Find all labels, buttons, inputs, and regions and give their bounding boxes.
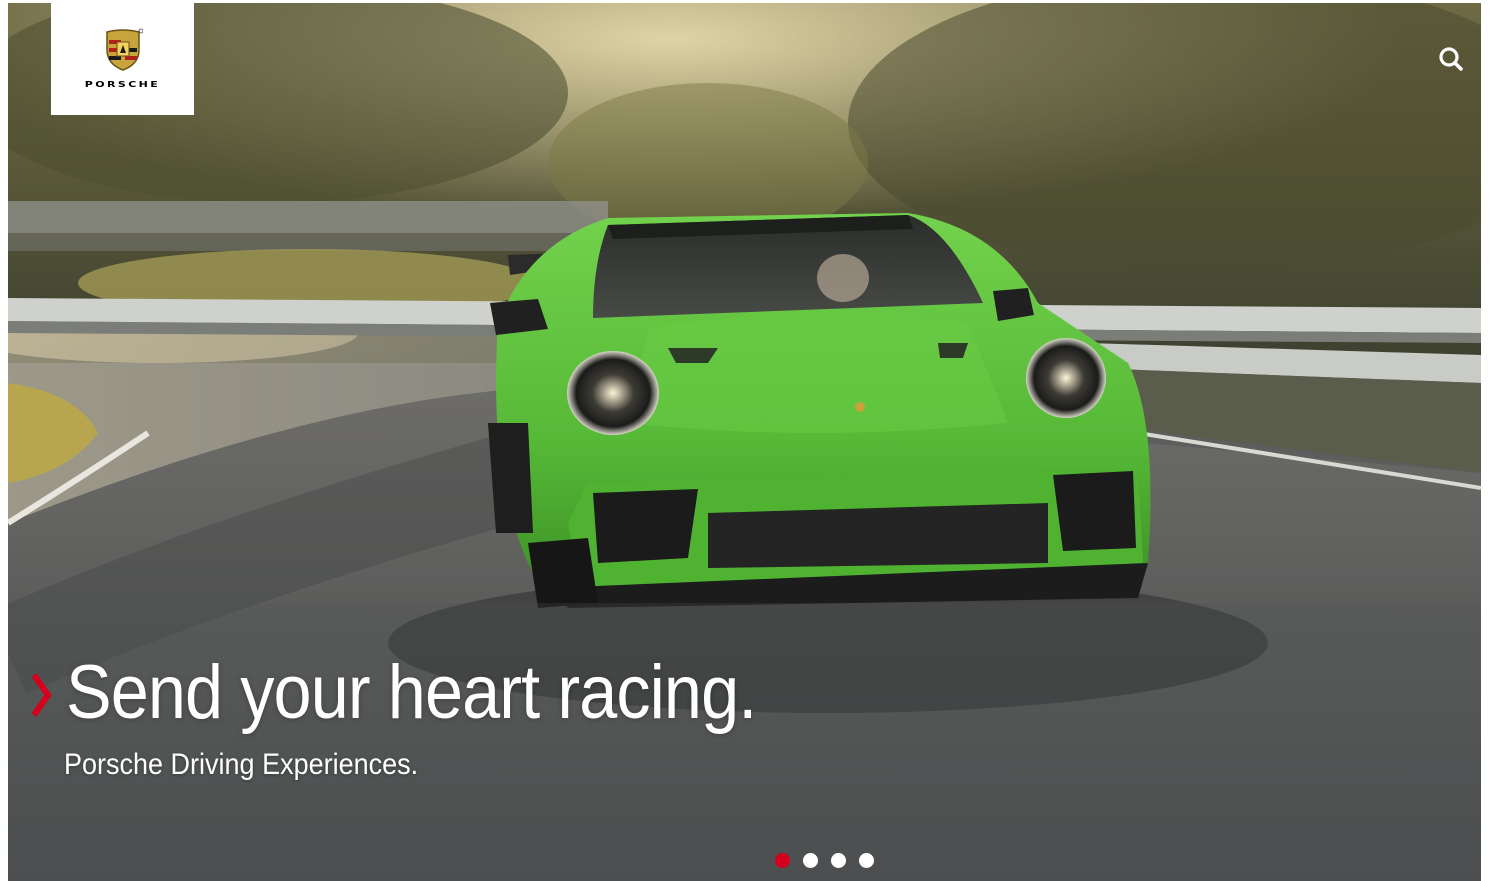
hero-headline[interactable]: Send your heart racing. bbox=[66, 647, 757, 739]
carousel-pagination bbox=[775, 853, 874, 868]
porsche-crest-icon bbox=[105, 28, 143, 71]
carousel-dot-3[interactable] bbox=[831, 853, 846, 868]
carousel-dot-4[interactable] bbox=[859, 853, 874, 868]
search-icon bbox=[1439, 47, 1463, 71]
search-button[interactable] bbox=[1435, 43, 1467, 75]
carousel-dot-2[interactable] bbox=[803, 853, 818, 868]
porsche-logo[interactable]: PORSCHE bbox=[51, 3, 194, 115]
carousel-dot-1[interactable] bbox=[775, 853, 790, 868]
hero-banner: PORSCHE Send your heart racing. Porsche … bbox=[8, 3, 1481, 881]
brand-wordmark: PORSCHE bbox=[84, 79, 161, 89]
chevron-right-icon bbox=[31, 673, 52, 717]
hero-subline[interactable]: Porsche Driving Experiences. bbox=[64, 745, 418, 785]
hero-headline-group: Send your heart racing. bbox=[24, 647, 833, 739]
